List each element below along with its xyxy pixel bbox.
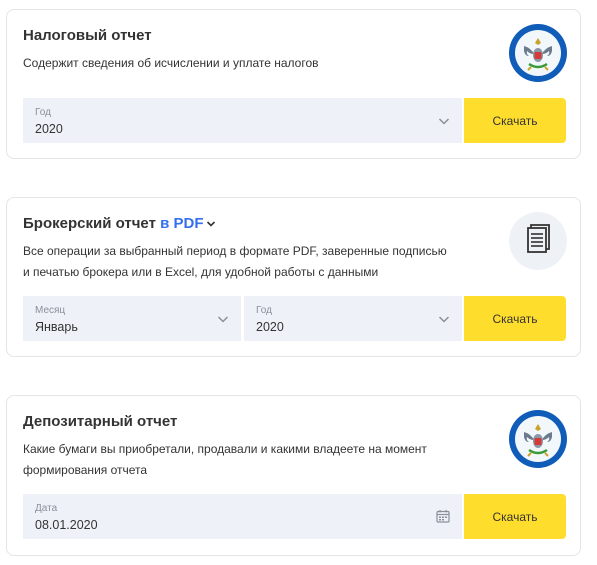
depository-report-title: Депозитарный отчет [23, 413, 178, 430]
broker-report-download-button[interactable]: Скачать [464, 296, 566, 341]
year-select[interactable]: Год 2020 [23, 98, 462, 143]
depository-report-description-line-1: Какие бумаги вы приобретали, продавали и… [23, 442, 427, 456]
date-picker-label: Дата [35, 503, 58, 514]
month-select-value: Январь [35, 320, 78, 334]
year-select[interactable]: Год 2020 [244, 296, 462, 341]
broker-report-description: Все операции за выбранный период в форма… [23, 241, 447, 283]
month-select-label: Месяц [35, 305, 66, 316]
format-select-link[interactable]: в PDF [160, 215, 216, 232]
depository-report-description: Какие бумаги вы приобретали, продавали и… [23, 439, 427, 481]
calendar-icon[interactable] [436, 509, 450, 528]
broker-report-description-line-2: и печатью брокера или в Excel, для удобн… [23, 265, 379, 279]
broker-report-title-text: Брокерский отчет [23, 215, 156, 232]
chevron-down-icon [206, 216, 216, 233]
date-picker-value: 08.01.2020 [35, 518, 98, 532]
date-picker[interactable]: Дата 08.01.2020 [23, 494, 462, 539]
chevron-down-icon [438, 312, 450, 330]
month-select[interactable]: Месяц Январь [23, 296, 241, 341]
russian-emblem-icon [509, 410, 567, 468]
year-select-label: Год [35, 107, 51, 118]
russian-tax-service-emblem-icon [509, 24, 567, 82]
format-select-label: в PDF [160, 215, 204, 232]
chevron-down-icon [438, 114, 450, 132]
year-select-value: 2020 [35, 122, 63, 136]
depository-report-description-line-2: формирования отчета [23, 463, 148, 477]
broker-report-card: Брокерский отчет в PDF Все операции за в… [6, 197, 581, 357]
tax-report-card: Налоговый отчет Содержит сведения об исч… [6, 9, 581, 159]
chevron-down-icon [217, 312, 229, 330]
broker-report-title: Брокерский отчет в PDF [23, 215, 216, 233]
tax-report-description: Содержит сведения об исчислении и уплате… [23, 56, 319, 70]
broker-report-description-line-1: Все операции за выбранный период в форма… [23, 244, 447, 258]
tax-report-title: Налоговый отчет [23, 27, 152, 44]
year-select-label: Год [256, 305, 272, 316]
depository-report-card: Депозитарный отчет Какие бумаги вы приоб… [6, 395, 581, 556]
year-select-value: 2020 [256, 320, 284, 334]
tax-report-download-button[interactable]: Скачать [464, 98, 566, 143]
depository-report-download-button[interactable]: Скачать [464, 494, 566, 539]
document-icon [509, 212, 567, 270]
